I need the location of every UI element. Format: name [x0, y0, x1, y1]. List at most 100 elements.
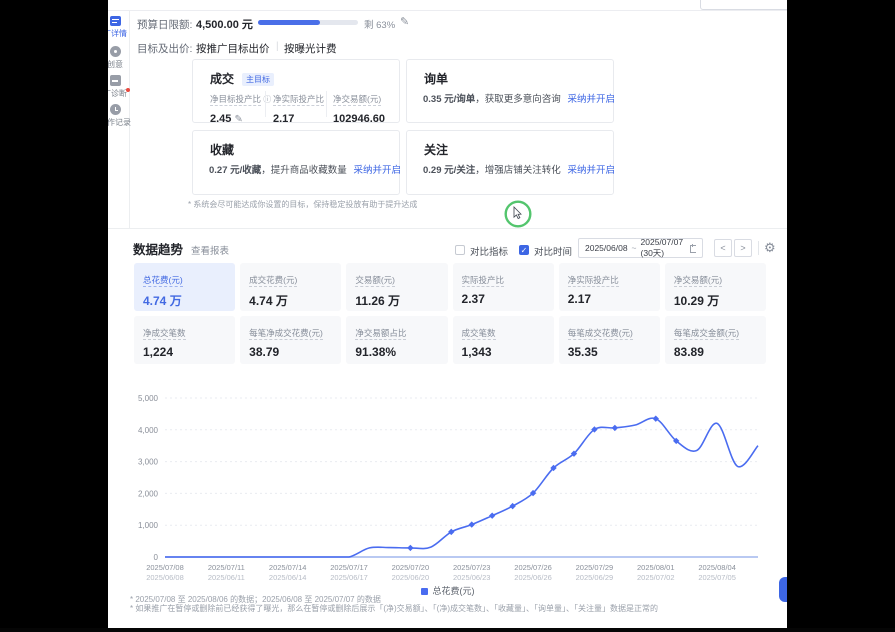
metric-value: 83.89 — [674, 345, 757, 359]
settings-gear-icon[interactable]: ⚙ — [764, 240, 776, 256]
compare-metric-checkbox[interactable] — [455, 245, 465, 255]
goal-card-title: 询单 — [424, 70, 448, 87]
letterbox-right — [787, 0, 895, 632]
svg-text:2025/07/02: 2025/07/02 — [637, 573, 675, 582]
metric-card[interactable]: 净成交笔数 1,224 0 — [134, 316, 235, 364]
cutoff-top-control — [700, 0, 790, 10]
metric-card[interactable]: 净交易额(元) 10.29 万 0.00 — [665, 263, 766, 311]
goal-price: 0.35 元/询单 — [423, 94, 475, 105]
goal-card-title: 关注 — [424, 141, 448, 158]
svg-text:2025/06/26: 2025/06/26 — [514, 573, 552, 582]
goal-card-deal: 成交主目标 净目标投产比 ⓘ 2.45 ✎ 净实际投产比 2.17 净交易额(元… — [192, 59, 400, 123]
svg-text:3,000: 3,000 — [138, 458, 159, 467]
compare-time-label: 对比时间 — [534, 244, 572, 258]
letterbox-bottom — [0, 628, 895, 632]
svg-text:5,000: 5,000 — [138, 394, 159, 403]
compare-time-checkbox[interactable]: ✓ — [519, 245, 529, 255]
metric-compare-value: 0.00 — [462, 309, 545, 311]
metric-label: 净实际投产比 — [568, 275, 619, 287]
view-report-link[interactable]: 查看报表 — [191, 243, 229, 257]
goal-card-desc: 0.27 元/收藏，提升商品收藏数量 采纳并开启 — [209, 162, 401, 176]
metric-cards-row-2: 净成交笔数 1,224 0 每笔净成交花费(元) 38.79 0.00 净交易额… — [134, 316, 766, 364]
history-icon — [110, 104, 121, 115]
metric-card[interactable]: 成交花费(元) 4.74 万 0.00 — [240, 263, 341, 311]
svg-text:2025/08/01: 2025/08/01 — [637, 563, 675, 572]
goal-price: 0.29 元/关注 — [423, 165, 475, 176]
goal-card-desc: 0.35 元/询单，获取更多意向咨询 采纳并开启 — [423, 91, 615, 105]
goal-edit-icon[interactable]: ✎ — [234, 114, 242, 125]
svg-text:2025/06/23: 2025/06/23 — [453, 573, 491, 582]
metric-label: 每笔净成交花费(元) — [249, 328, 323, 340]
budget-progress-bar — [258, 20, 358, 25]
svg-text:2025/06/17: 2025/06/17 — [330, 573, 368, 582]
metric-value: 2.37 — [462, 292, 545, 306]
goal-card-title-text: 成交 — [210, 72, 234, 86]
svg-text:2025/07/26: 2025/07/26 — [514, 563, 552, 572]
trend-chart[interactable]: 01,0002,0003,0004,0005,0002025/07/082025… — [108, 388, 787, 593]
svg-text:2025/07/08: 2025/07/08 — [146, 563, 184, 572]
next-page-button[interactable]: > — [734, 239, 752, 257]
goal-metric-label: 净交易额(元) — [333, 94, 381, 106]
metric-value: 38.79 — [249, 345, 332, 359]
metric-compare-value: 0 — [462, 362, 545, 364]
metric-label: 交易额(元) — [355, 275, 395, 287]
metric-card[interactable]: 每笔成交花费(元) 35.35 0.00 — [559, 316, 660, 364]
goal-card-favorite: 收藏 0.27 元/收藏，提升商品收藏数量 采纳并开启 — [192, 130, 400, 195]
date-range-picker[interactable]: 2025/06/08 ~ 2025/07/07 (30天) — [578, 238, 703, 258]
metric-card[interactable]: 总花费(元) 4.74 万 0.00 — [134, 263, 235, 311]
goal-card-inquiry: 询单 0.35 元/询单，获取更多意向咨询 采纳并开启 — [406, 59, 614, 123]
metric-label: 净交易额(元) — [674, 275, 722, 287]
metric-card[interactable]: 每笔净成交花费(元) 38.79 0.00 — [240, 316, 341, 364]
top-divider — [108, 10, 787, 11]
goal-card-title: 成交主目标 — [210, 70, 274, 87]
adopt-enable-link[interactable]: 采纳并开启 — [567, 165, 615, 176]
metric-card[interactable]: 净交易额占比 91.38% 0.00% — [346, 316, 447, 364]
compare-metric-label: 对比指标 — [470, 244, 508, 258]
svg-text:2025/07/14: 2025/07/14 — [269, 563, 307, 572]
metric-card[interactable]: 净实际投产比 2.17 0.00 — [559, 263, 660, 311]
metric-label: 净成交笔数 — [143, 328, 186, 340]
svg-text:2025/06/14: 2025/06/14 — [269, 573, 307, 582]
goal-bar-label: 目标及出价: — [137, 41, 192, 56]
metric-card[interactable]: 交易额(元) 11.26 万 0.00 — [346, 263, 447, 311]
svg-text:0: 0 — [154, 553, 159, 562]
date-end: 2025/07/07 (30天) — [641, 237, 687, 259]
metric-card[interactable]: 成交笔数 1,343 0 — [453, 316, 554, 364]
goal-metric-label: 净目标投产比 — [210, 94, 261, 106]
bid-option-by-impression[interactable]: 按曝光计费 — [284, 41, 337, 56]
budget-edit-icon[interactable]: ✎ — [400, 15, 409, 28]
trends-title: 数据趋势 — [133, 239, 183, 258]
goal-desc-text: ，提升商品收藏数量 — [261, 165, 347, 176]
prev-page-button[interactable]: < — [714, 239, 732, 257]
goal-metric: 净实际投产比 2.17 — [273, 89, 324, 125]
date-separator: ~ — [632, 243, 637, 253]
goal-price: 0.27 元/收藏 — [209, 165, 261, 176]
info-icon[interactable]: ⓘ — [261, 95, 271, 104]
svg-text:2025/07/11: 2025/07/11 — [208, 563, 245, 572]
promotion-detail-icon — [110, 16, 121, 26]
metric-compare-value: 0.00 — [568, 309, 651, 311]
metric-label: 每笔成交花费(元) — [568, 328, 633, 340]
goal-card-desc: 0.29 元/关注，增强店铺关注转化 采纳并开启 — [423, 162, 615, 176]
svg-text:2,000: 2,000 — [138, 489, 159, 498]
metric-card[interactable]: 实际投产比 2.37 0.00 — [453, 263, 554, 311]
metric-value: 1,343 — [462, 345, 545, 359]
goal-metric-value: 2.17 — [273, 113, 324, 125]
toolbar-divider — [758, 241, 759, 255]
adopt-enable-link[interactable]: 采纳并开启 — [567, 94, 615, 105]
metric-value: 91.38% — [355, 345, 438, 359]
ad-campaign-dashboard: 广详情 创意 广诊断 操作记录 预算日限额: 4,500.00 元 剩 63% … — [0, 0, 895, 632]
notification-dot — [126, 88, 130, 92]
metric-separator — [265, 91, 266, 117]
svg-text:2025/07/23: 2025/07/23 — [453, 563, 491, 572]
goal-desc-text: ，获取更多意向咨询 — [475, 94, 561, 105]
metric-compare-value: 0.00 — [674, 362, 757, 364]
diagnosis-icon — [110, 75, 121, 86]
bid-option-by-goal[interactable]: 按推广目标出价 — [196, 41, 270, 56]
option-separator: | — [276, 41, 279, 52]
metric-card[interactable]: 每笔成交金额(元) 83.89 0.00 — [665, 316, 766, 364]
legend-swatch — [421, 588, 428, 595]
adopt-enable-link[interactable]: 采纳并开启 — [353, 165, 401, 176]
metric-value: 11.26 万 — [355, 292, 438, 309]
svg-text:2025/06/20: 2025/06/20 — [392, 573, 430, 582]
